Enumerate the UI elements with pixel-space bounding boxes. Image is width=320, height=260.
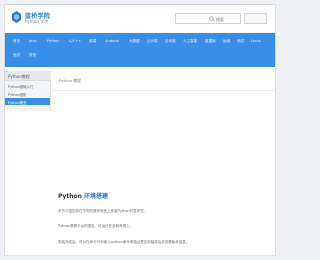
- sidebar-item-crawler[interactable]: Python爬虫: [5, 98, 50, 105]
- page-frame: 蓝桥学院 Python 学院 首页 Java Python C/C++ 前端 A…: [4, 4, 276, 256]
- nav-item-bigdata[interactable]: 大数据: [129, 39, 140, 44]
- article-title: Python 环境搭建: [58, 191, 108, 200]
- article-paragraph: 安装完成后，可以在命令行中输入python命令来验证是否安装成功并查看版本信息。: [58, 240, 190, 244]
- sidebar-item-basic[interactable]: Python基础入门: [5, 82, 50, 89]
- nav-item-home[interactable]: 首页: [13, 39, 20, 44]
- logo-subtitle: Python 学院: [25, 19, 49, 24]
- nav-item-database[interactable]: 数据库: [205, 39, 216, 44]
- article-title-prefix: Python: [58, 193, 82, 200]
- sidebar-item-advanced[interactable]: Python进阶: [5, 90, 50, 97]
- nav-item-python[interactable]: Python: [47, 39, 59, 43]
- search-button[interactable]: [244, 13, 267, 24]
- search-box[interactable]: [175, 13, 241, 24]
- article-title-highlight: 环境搭建: [84, 193, 109, 200]
- breadcrumb: Python 教程: [53, 71, 275, 91]
- main-nav: 首页 Java Python C/C++ 前端 Android 大数据 云计算 …: [5, 33, 275, 67]
- nav-item-interview[interactable]: 面试: [13, 53, 20, 58]
- nav-item-linux[interactable]: Linux: [251, 39, 261, 43]
- nav-item-other[interactable]: 其他: [29, 53, 36, 58]
- footer-divider: [5, 255, 275, 256]
- sidebar: Python教程 Python基础入门 Python进阶 Python爬虫: [5, 71, 51, 111]
- nav-item-cloud[interactable]: 云计算: [147, 39, 158, 44]
- nav-item-ops[interactable]: 运维: [223, 39, 230, 44]
- nav-item-java[interactable]: Java: [29, 39, 37, 43]
- nav-item-blockchain[interactable]: 区块链: [165, 39, 176, 44]
- article-paragraph: 本节介绍如何在不同的操作系统上安装Python开发环境。: [58, 209, 148, 213]
- nav-item-c[interactable]: C/C++: [69, 39, 81, 43]
- article-paragraph: Python是跨平台的语言，可运行在多种系统上。: [58, 224, 134, 228]
- nav-item-test[interactable]: 测试: [237, 39, 244, 44]
- site-header: 蓝桥学院 Python 学院: [5, 5, 275, 33]
- breadcrumb-text[interactable]: Python 教程: [59, 78, 81, 84]
- logo-icon[interactable]: [12, 11, 21, 23]
- nav-item-android[interactable]: Android: [105, 39, 119, 43]
- search-input[interactable]: [216, 15, 240, 23]
- search-icon: [209, 16, 215, 22]
- nav-item-frontend[interactable]: 前端: [89, 39, 96, 44]
- nav-item-ai[interactable]: 人工智能: [183, 39, 197, 44]
- sidebar-title: Python教程: [5, 71, 51, 81]
